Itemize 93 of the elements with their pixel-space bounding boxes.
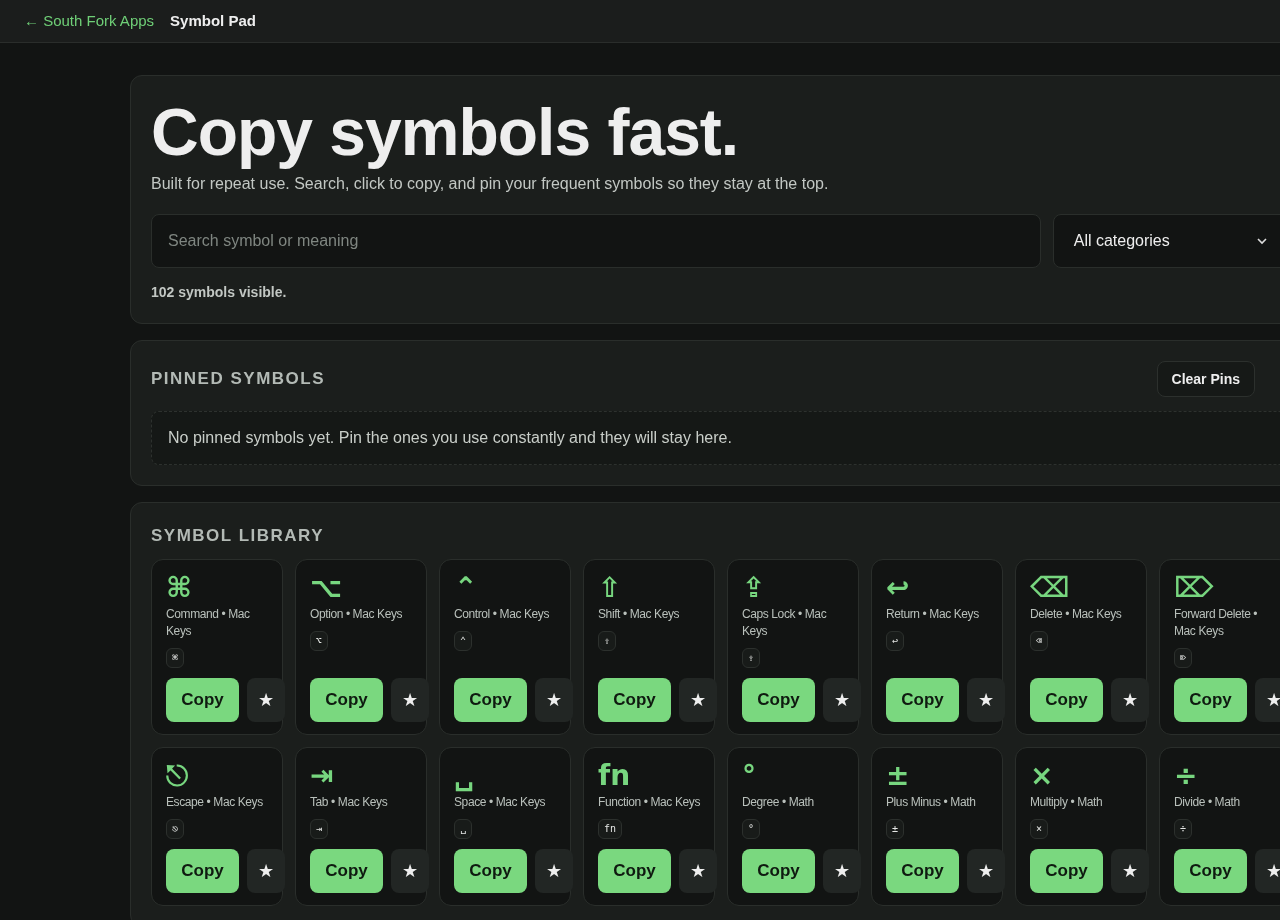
symbol-label: Return • Mac Keys bbox=[886, 605, 980, 623]
symbol-glyph: ↩ bbox=[886, 571, 911, 604]
symbol-label: Escape • Mac Keys bbox=[166, 793, 264, 811]
key-chip: ÷ bbox=[1174, 818, 1193, 839]
key-chip: ␣ bbox=[454, 818, 473, 839]
page-subtitle: Built for repeat use. Search, click to copy, and pin your frequent symbols so they stay at the top. bbox=[151, 174, 830, 194]
back-link[interactable]: ← South Fork Apps bbox=[24, 9, 155, 33]
pin-button[interactable]: ★ bbox=[391, 677, 429, 722]
pin-button[interactable]: ★ bbox=[535, 677, 573, 722]
symbol-label: Caps Lock • Mac Keys bbox=[742, 605, 828, 640]
pin-button[interactable]: ★ bbox=[247, 848, 285, 893]
symbol-glyph: ° bbox=[742, 759, 757, 792]
visible-count: 102 symbols visible. bbox=[151, 283, 288, 302]
copy-button[interactable]: Copy bbox=[598, 677, 671, 722]
key-chip: ⇥ bbox=[310, 818, 329, 839]
symbol-glyph: × bbox=[1030, 759, 1055, 792]
key-chip: ⌘ bbox=[166, 647, 185, 668]
copy-button[interactable]: Copy bbox=[1174, 677, 1247, 722]
section-heading: SYMBOL LIBRARY bbox=[151, 525, 326, 547]
symbol-glyph: fn bbox=[598, 759, 632, 792]
pin-button[interactable]: ★ bbox=[535, 848, 573, 893]
key-chip: ° bbox=[742, 818, 761, 839]
copy-button[interactable]: Copy bbox=[742, 677, 815, 722]
search-field[interactable]: Search symbol or meaning bbox=[151, 214, 1041, 268]
pin-button[interactable]: ★ bbox=[823, 848, 861, 893]
symbol-label: Shift • Mac Keys bbox=[598, 605, 681, 623]
copy-button[interactable]: Copy bbox=[166, 677, 239, 722]
symbol-glyph: ± bbox=[886, 759, 911, 792]
key-chip: fn bbox=[598, 818, 623, 839]
symbol-glyph: ⎋ bbox=[166, 759, 189, 792]
key-chip: ⌃ bbox=[454, 630, 473, 651]
chevron-icon bbox=[1256, 235, 1268, 247]
copy-button[interactable]: Copy bbox=[886, 848, 959, 893]
symbol-label: Option • Mac Keys bbox=[310, 605, 404, 623]
symbol-glyph: ⇧ bbox=[598, 571, 623, 604]
pin-button[interactable]: ★ bbox=[967, 677, 1005, 722]
copy-button[interactable]: Copy bbox=[310, 848, 383, 893]
copy-button[interactable]: Copy bbox=[886, 677, 959, 722]
symbol-label: Divide • Math bbox=[1174, 793, 1241, 811]
pin-button[interactable]: ★ bbox=[1111, 677, 1149, 722]
key-chip: ⌦ bbox=[1174, 647, 1193, 668]
copy-button[interactable]: Copy bbox=[1174, 848, 1247, 893]
symbol-glyph: ÷ bbox=[1174, 759, 1199, 792]
key-chip: ⇧ bbox=[598, 630, 617, 651]
pin-button[interactable]: ★ bbox=[823, 677, 861, 722]
page-heading: Copy symbols fast. bbox=[151, 96, 740, 168]
app-title: Symbol Pad bbox=[170, 10, 256, 31]
key-chip: ⌥ bbox=[310, 630, 329, 651]
symbol-glyph: ⌫ bbox=[1030, 571, 1071, 604]
key-chip: ⌫ bbox=[1030, 630, 1049, 651]
copy-button[interactable]: Copy bbox=[598, 848, 671, 893]
copy-button[interactable]: Copy bbox=[1030, 677, 1103, 722]
clear-pins-button[interactable]: Clear Pins bbox=[1156, 361, 1255, 397]
key-chip: ± bbox=[886, 818, 905, 839]
symbol-glyph: ⌃ bbox=[454, 571, 479, 604]
pin-button[interactable]: ★ bbox=[1255, 677, 1280, 722]
pin-button[interactable]: ★ bbox=[1255, 848, 1280, 893]
empty-pins-message: No pinned symbols yet. Pin the ones you use constantly and they will stay here. bbox=[151, 411, 1280, 465]
symbol-label: Delete • Mac Keys bbox=[1030, 605, 1123, 623]
symbol-glyph: ⌘ bbox=[166, 571, 193, 604]
symbol-label: Control • Mac Keys bbox=[454, 605, 551, 623]
pin-button[interactable]: ★ bbox=[967, 848, 1005, 893]
symbol-label: Forward Delete • Mac Keys bbox=[1174, 605, 1259, 640]
copy-button[interactable]: Copy bbox=[454, 677, 527, 722]
symbol-label: Function • Mac Keys bbox=[598, 793, 700, 811]
symbol-glyph: ⇥ bbox=[310, 759, 335, 792]
key-chip: ⎋ bbox=[166, 818, 185, 839]
copy-button[interactable]: Copy bbox=[1030, 848, 1103, 893]
category-select[interactable]: All categories bbox=[1052, 214, 1280, 268]
copy-button[interactable]: Copy bbox=[310, 677, 383, 722]
symbol-glyph: ⇪ bbox=[742, 571, 767, 604]
pin-button[interactable]: ★ bbox=[391, 848, 429, 893]
symbol-label: Tab • Mac Keys bbox=[310, 793, 389, 811]
section-heading: PINNED SYMBOLS bbox=[151, 368, 326, 391]
symbol-glyph: ⌦ bbox=[1174, 571, 1215, 604]
symbol-glyph: ␣ bbox=[454, 759, 476, 792]
key-chip: ↩ bbox=[886, 630, 905, 651]
symbol-label: Plus Minus • Math bbox=[886, 793, 977, 811]
key-chip: × bbox=[1030, 818, 1049, 839]
category-value: All categories bbox=[1073, 231, 1170, 251]
pin-button[interactable]: ★ bbox=[679, 677, 717, 722]
symbol-label: Space • Mac Keys bbox=[454, 793, 547, 811]
symbol-label: Command • Mac Keys bbox=[166, 605, 251, 640]
copy-button[interactable]: Copy bbox=[454, 848, 527, 893]
pin-button[interactable]: ★ bbox=[679, 848, 717, 893]
symbol-label: Multiply • Math bbox=[1030, 793, 1104, 811]
symbol-glyph: ⌥ bbox=[310, 571, 344, 604]
key-chip: ⇪ bbox=[742, 647, 761, 668]
symbol-label: Degree • Math bbox=[742, 793, 815, 811]
copy-button[interactable]: Copy bbox=[742, 848, 815, 893]
copy-button[interactable]: Copy bbox=[166, 848, 239, 893]
pin-button[interactable]: ★ bbox=[1111, 848, 1149, 893]
pin-button[interactable]: ★ bbox=[247, 677, 285, 722]
